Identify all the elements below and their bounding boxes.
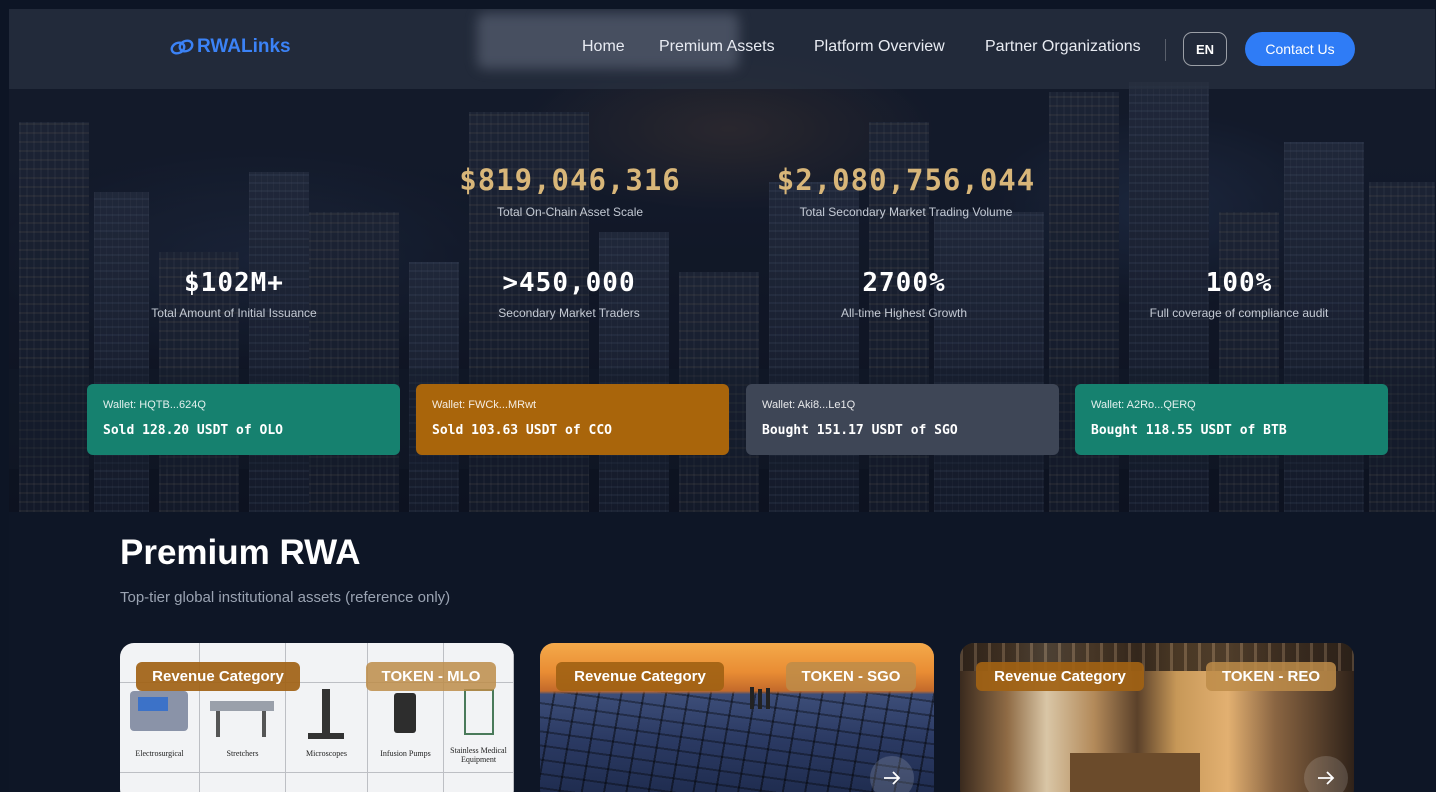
- stat-label: Total Amount of Initial Issuance: [151, 306, 317, 320]
- trade-wallet: Wallet: A2Ro...QERQ: [1091, 399, 1196, 411]
- trade-action: Bought 151.17 USDT of SGO: [762, 423, 958, 438]
- logo-text: RWALinks: [197, 36, 291, 57]
- trade-action: Sold 128.20 USDT of OLO: [103, 423, 284, 438]
- stat-value: $819,046,316: [459, 163, 681, 197]
- trade-card: Wallet: Aki8...Le1Q Bought 151.17 USDT o…: [746, 384, 1059, 455]
- catalog-label: Electrosurgical: [135, 749, 184, 758]
- catalog-label: Stainless Medical Equipment: [450, 746, 507, 764]
- catalog-cell: [200, 773, 286, 792]
- stat-label: Total Secondary Market Trading Volume: [799, 205, 1013, 219]
- trade-wallet: Wallet: HQTB...624Q: [103, 399, 206, 411]
- catalog-cell: Stainless Medical Equipment: [444, 683, 514, 773]
- catalog-cell: Stretchers: [200, 683, 286, 773]
- trade-card: Wallet: A2Ro...QERQ Bought 118.55 USDT o…: [1075, 384, 1388, 455]
- stat-secondary-volume: $2,080,756,044 Total Secondary Market Tr…: [756, 163, 1056, 219]
- arrow-right-icon: [884, 771, 901, 785]
- trade-wallet: Wallet: Aki8...Le1Q: [762, 399, 856, 411]
- nav-home[interactable]: Home: [582, 38, 625, 56]
- stat-value: $2,080,756,044: [776, 163, 1036, 197]
- nav-divider: [1165, 39, 1166, 61]
- stat-highest-growth: 2700% All-time Highest Growth: [799, 268, 1009, 320]
- token-badge: TOKEN - MLO: [366, 662, 496, 691]
- next-arrow-button[interactable]: [870, 756, 914, 792]
- section-title: Premium RWA: [120, 533, 361, 572]
- catalog-cell: [120, 773, 200, 792]
- logo[interactable]: RWALinks: [169, 36, 291, 58]
- nav-premium-assets[interactable]: Premium Assets: [659, 38, 775, 56]
- token-badge: TOKEN - REO: [1206, 662, 1336, 691]
- stat-market-traders: >450,000 Secondary Market Traders: [464, 268, 674, 320]
- catalog-cell: Infusion Pumps: [368, 683, 444, 773]
- stat-label: Total On-Chain Asset Scale: [496, 205, 644, 219]
- catalog-cell: Microscopes: [286, 683, 368, 773]
- stat-value: 2700%: [862, 268, 946, 298]
- catalog-cell: [286, 773, 368, 792]
- category-badge: Revenue Category: [976, 662, 1144, 691]
- nav-partner-organizations[interactable]: Partner Organizations: [985, 38, 1141, 56]
- asset-card-mlo[interactable]: Electrosurgical Stretchers Microscopes I…: [120, 643, 514, 792]
- stat-compliance-audit: 100% Full coverage of compliance audit: [1134, 268, 1344, 320]
- asset-card-sgo[interactable]: Revenue Category TOKEN - SGO: [540, 643, 934, 792]
- link-logo-icon: [170, 39, 194, 55]
- section-subtitle: Top-tier global institutional assets (re…: [120, 589, 451, 606]
- catalog-label: Infusion Pumps: [380, 749, 431, 758]
- stat-value: >450,000: [502, 268, 636, 298]
- category-badge: Revenue Category: [136, 662, 300, 691]
- token-badge: TOKEN - SGO: [786, 662, 916, 691]
- language-switch-button[interactable]: EN: [1183, 32, 1227, 66]
- next-arrow-button[interactable]: [1304, 756, 1348, 792]
- catalog-cell: [444, 773, 514, 792]
- catalog-label: Stretchers: [226, 749, 259, 758]
- trade-action: Sold 103.63 USDT of CCO: [432, 423, 613, 438]
- contact-us-button[interactable]: Contact Us: [1245, 32, 1355, 66]
- page-frame: $819,046,316 Total On-Chain Asset Scale …: [9, 9, 1435, 792]
- stat-label: All-time Highest Growth: [840, 306, 968, 320]
- top-nav: RWALinks Home Premium Assets Platform Ov…: [9, 9, 1435, 89]
- category-badge: Revenue Category: [556, 662, 724, 691]
- catalog-cell: Electrosurgical: [120, 683, 200, 773]
- catalog-cell: [368, 773, 444, 792]
- trade-card: Wallet: FWCk...MRwt Sold 103.63 USDT of …: [416, 384, 729, 455]
- catalog-label: Microscopes: [306, 749, 347, 758]
- stat-label: Full coverage of compliance audit: [1149, 306, 1329, 320]
- trade-action: Bought 118.55 USDT of BTB: [1091, 423, 1287, 438]
- nav-platform-overview[interactable]: Platform Overview: [814, 38, 945, 56]
- asset-card-reo[interactable]: Revenue Category TOKEN - REO: [960, 643, 1354, 792]
- arrow-right-icon: [1318, 771, 1335, 785]
- stat-value: 100%: [1205, 268, 1273, 298]
- stat-value: $102M+: [184, 268, 284, 298]
- stat-initial-issuance: $102M+ Total Amount of Initial Issuance: [129, 268, 339, 320]
- stat-onchain-asset-scale: $819,046,316 Total On-Chain Asset Scale: [439, 163, 701, 219]
- stat-label: Secondary Market Traders: [498, 306, 640, 320]
- trade-card: Wallet: HQTB...624Q Sold 128.20 USDT of …: [87, 384, 400, 455]
- trade-wallet: Wallet: FWCk...MRwt: [432, 399, 537, 411]
